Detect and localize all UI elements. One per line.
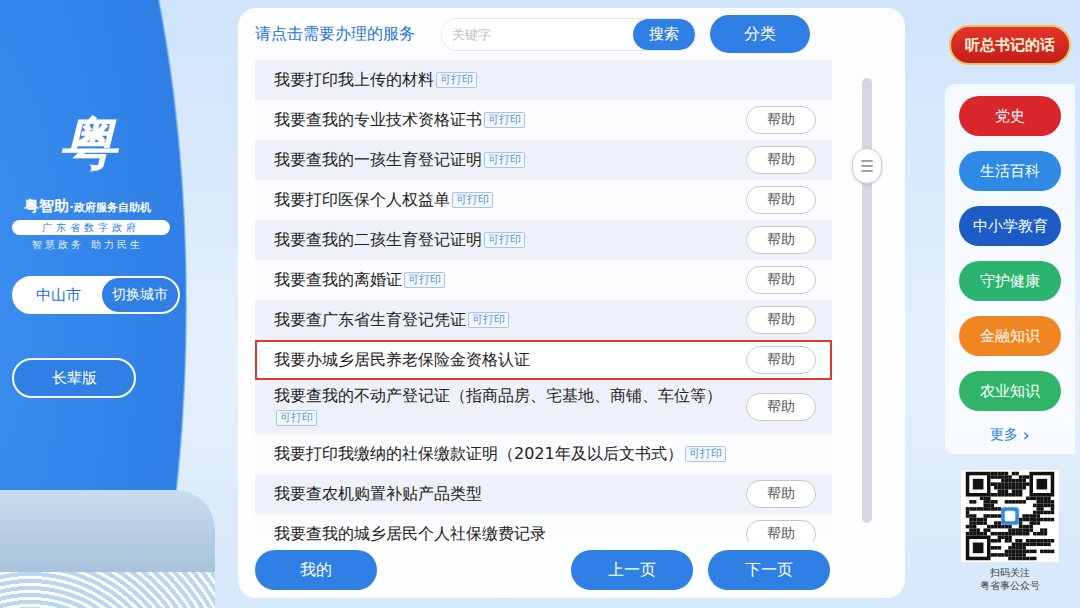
brand-tagline: 广东省数字政府 (12, 220, 170, 235)
printable-badge: 可打印 (484, 232, 525, 248)
elder-mode-button[interactable]: 长辈版 (12, 358, 136, 398)
topic-button[interactable]: 金融知识 (959, 316, 1061, 356)
service-label: 我要办城乡居民养老保险金资格认证 (274, 349, 736, 371)
scrollbar[interactable] (862, 78, 872, 523)
help-button[interactable]: 帮助 (746, 146, 816, 174)
service-label: 我要查我的城乡居民个人社保缴费记录 (274, 523, 736, 542)
chevron-icon: › (1022, 428, 1029, 442)
printable-badge: 可打印 (484, 152, 525, 168)
city-name: 中山市 (14, 286, 102, 305)
panel-header: 请点击需要办理的服务 搜索分类 (255, 8, 893, 60)
printable-badge: 可打印 (436, 72, 477, 88)
service-label: 我要查我的二孩生育登记证明可打印 (274, 229, 736, 251)
service-row[interactable]: 我要办城乡居民养老保险金资格认证帮助 (255, 340, 832, 380)
help-button[interactable]: 帮助 (746, 226, 816, 254)
next-page-button[interactable]: 下一页 (708, 550, 830, 590)
printable-badge: 可打印 (685, 446, 726, 462)
printable-badge: 可打印 (276, 410, 317, 426)
service-row[interactable]: 我要查广东省生育登记凭证可打印帮助 (255, 300, 832, 340)
prompt-text: 请点击需要办理的服务 (255, 24, 415, 45)
panel-footer: 我的 上一页下一页 (255, 542, 893, 598)
service-label: 我要查我的一孩生育登记证明可打印 (274, 149, 736, 171)
left-sidebar: 粤粤智助·政府服务自助机广东省数字政府智慧政务 助力民生中山市切换城市长辈版 (0, 0, 238, 608)
list-area: 我要打印我上传的材料可打印我要查我的专业技术资格证书可打印帮助我要查我的一孩生育… (255, 60, 893, 542)
mine-button[interactable]: 我的 (255, 550, 377, 590)
prev-page-button[interactable]: 上一页 (571, 550, 693, 590)
logo-icon: 粤 (0, 108, 175, 178)
help-button[interactable]: 帮助 (746, 520, 816, 542)
topic-panel: 党史生活百科中小学教育守护健康金融知识农业知识更多› (945, 84, 1075, 454)
help-button[interactable]: 帮助 (746, 106, 816, 134)
service-row[interactable]: 我要查我的离婚证可打印帮助 (255, 260, 832, 300)
service-label: 我要打印我缴纳的社保缴款证明（2021年及以后文书式）可打印 (274, 443, 816, 465)
kiosk-screen: 粤粤智助·政府服务自助机广东省数字政府智慧政务 助力民生中山市切换城市长辈版请点… (0, 0, 1080, 608)
service-label: 我要查我的专业技术资格证书可打印 (274, 109, 736, 131)
city-toggle: 中山市切换城市 (12, 276, 180, 314)
pager: 上一页下一页 (571, 550, 830, 590)
building-photo (0, 490, 215, 608)
help-button[interactable]: 帮助 (746, 266, 816, 294)
service-row[interactable]: 我要查农机购置补贴产品类型帮助 (255, 474, 832, 514)
service-label: 我要查我的不动产登记证（指商品房、宅基地、商铺、车位等）可打印 (274, 385, 736, 429)
search-input[interactable] (442, 21, 633, 48)
printable-badge: 可打印 (404, 272, 445, 288)
search-button[interactable]: 搜索 (633, 19, 695, 50)
brand-title: 粤智助·政府服务自助机 (0, 196, 175, 216)
service-row[interactable]: 我要查我的专业技术资格证书可打印帮助 (255, 100, 832, 140)
topic-button[interactable]: 生活百科 (959, 151, 1061, 191)
service-row[interactable]: 我要查我的不动产登记证（指商品房、宅基地、商铺、车位等）可打印帮助 (255, 380, 832, 434)
help-button[interactable]: 帮助 (746, 393, 816, 421)
service-label: 我要查农机购置补贴产品类型 (274, 483, 736, 505)
switch-city-button[interactable]: 切换城市 (102, 278, 178, 312)
service-row[interactable]: 我要打印医保个人权益单可打印帮助 (255, 180, 832, 220)
scroll-thumb[interactable] (852, 148, 882, 184)
printable-badge: 可打印 (468, 312, 509, 328)
service-panel: 请点击需要办理的服务搜索分类我要打印我上传的材料可打印我要查我的专业技术资格证书… (238, 8, 905, 598)
more-link[interactable]: 更多› (990, 426, 1029, 444)
topic-button[interactable]: 中小学教育 (959, 206, 1061, 246)
service-list: 我要打印我上传的材料可打印我要查我的专业技术资格证书可打印帮助我要查我的一孩生育… (255, 60, 832, 542)
service-row[interactable]: 我要查我的一孩生育登记证明可打印帮助 (255, 140, 832, 180)
qr-code-icon (961, 470, 1059, 562)
topic-button[interactable]: 党史 (959, 96, 1061, 136)
help-button[interactable]: 帮助 (746, 346, 816, 374)
service-row[interactable]: 我要查我的城乡居民个人社保缴费记录帮助 (255, 514, 832, 542)
help-button[interactable]: 帮助 (746, 306, 816, 334)
topic-button[interactable]: 农业知识 (959, 371, 1061, 411)
printable-badge: 可打印 (452, 192, 493, 208)
help-button[interactable]: 帮助 (746, 186, 816, 214)
help-button[interactable]: 帮助 (746, 480, 816, 508)
service-label: 我要打印我上传的材料可打印 (274, 69, 816, 91)
topic-button[interactable]: 守护健康 (959, 261, 1061, 301)
qr-caption: 扫码关注粤省事公众号 (980, 566, 1040, 592)
search-box: 搜索 (441, 18, 696, 51)
service-row[interactable]: 我要打印我缴纳的社保缴款证明（2021年及以后文书式）可打印 (255, 434, 832, 474)
service-row[interactable]: 我要打印我上传的材料可打印 (255, 60, 832, 100)
right-sidebar: 听总书记的话党史生活百科中小学教育守护健康金融知识农业知识更多› 扫码关注粤省事公… (945, 0, 1075, 608)
brand-slogan: 智慧政务 助力民生 (0, 238, 175, 252)
printable-badge: 可打印 (484, 112, 525, 128)
service-label: 我要打印医保个人权益单可打印 (274, 189, 736, 211)
service-label: 我要查广东省生育登记凭证可打印 (274, 309, 736, 331)
service-label: 我要查我的离婚证可打印 (274, 269, 736, 291)
service-row[interactable]: 我要查我的二孩生育登记证明可打印帮助 (255, 220, 832, 260)
speech-button[interactable]: 听总书记的话 (949, 25, 1071, 65)
category-button[interactable]: 分类 (710, 15, 810, 53)
